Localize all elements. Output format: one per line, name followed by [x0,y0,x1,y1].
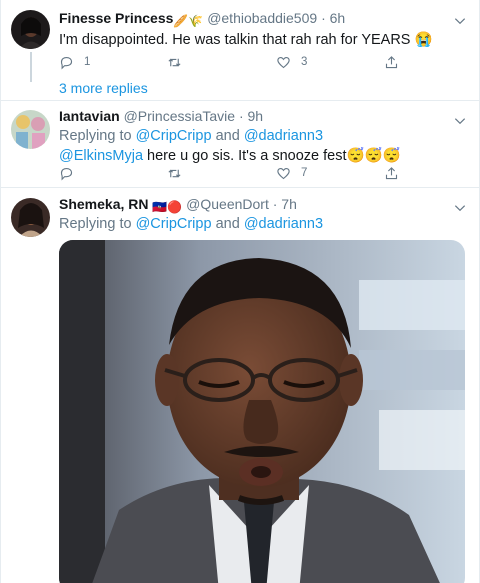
like-icon [277,167,290,179]
tweet-text: I'm disappointed. He was talkin that rah… [59,32,433,48]
avatar[interactable] [11,10,50,49]
reply-button[interactable]: 1 [59,52,90,72]
chevron-down-icon[interactable] [453,14,467,28]
timestamp[interactable]: · 7h [273,196,297,212]
name-emojis: 🥖🌾 [173,14,204,28]
user-handle[interactable]: @PrincessiaTavie [124,108,235,124]
thread-line [30,52,32,82]
tweet-body: here u go sis. It's a snooze fest [143,148,347,164]
timestamp[interactable]: · 6h [321,10,345,26]
chevron-down-icon[interactable] [453,114,467,128]
user-handle[interactable]: @QueenDort [186,196,269,212]
avatar[interactable] [11,110,50,149]
user-handle[interactable]: @ethiobaddie509 [207,10,317,26]
like-button[interactable]: 7 [276,163,307,183]
replying-to-user-1[interactable]: @CripCripp [136,216,212,232]
reply-count: 1 [84,56,91,68]
tweet-iantavian[interactable]: Iantavian @PrincessiaTavie · 9h Replying… [1,101,479,188]
reply-icon [60,167,73,180]
tweet-gif-media[interactable] [59,240,465,583]
like-button[interactable]: 3 [276,52,307,72]
trailing-emojis: 😴😴😴 [346,148,401,164]
display-name[interactable]: Finesse Princess [59,10,173,26]
like-count: 3 [301,56,308,68]
like-icon [277,56,290,68]
replying-to-and: and [215,128,240,144]
replying-to-prefix: Replying to [59,216,132,232]
retweet-button[interactable] [167,52,192,72]
retweet-icon [168,58,181,66]
tweet-shemeka[interactable]: Shemeka, RN 🇭🇹🔴 @QueenDort · 7h Replying… [1,188,479,583]
retweet-button[interactable] [167,163,192,183]
replying-to-user-2[interactable]: @dadriann3 [244,128,323,144]
reply-icon [60,56,73,69]
timestamp[interactable]: · 9h [239,108,263,124]
tweet-finesse-princess[interactable]: Finesse Princess🥖🌾 @ethiobaddie509 · 6h … [1,0,479,101]
display-name[interactable]: Shemeka, RN [59,196,148,212]
display-name[interactable]: Iantavian [59,108,120,124]
share-button[interactable] [384,163,399,183]
share-icon [385,55,398,68]
replying-to-user-2[interactable]: @dadriann3 [244,216,323,232]
replying-to-and: and [215,216,240,232]
tweet-actions: 1 3 [59,52,405,72]
mention-link[interactable]: @ElkinsMyja [59,148,143,164]
tweet-actions: 7 [59,163,405,183]
share-button[interactable] [384,52,399,72]
share-icon [385,166,398,179]
retweet-icon [168,169,181,177]
like-count: 7 [301,167,308,179]
replying-to-user-1[interactable]: @CripCripp [136,128,212,144]
avatar[interactable] [11,198,50,237]
reply-button[interactable] [59,163,84,183]
replying-to: Replying to @CripCripp and @dadriann3 [59,214,469,234]
replying-to: Replying to @CripCripp and @dadriann3 [59,126,469,146]
tweet-feed: Finesse Princess🥖🌾 @ethiobaddie509 · 6h … [0,0,480,583]
chevron-down-icon[interactable] [453,201,467,215]
show-more-replies-link[interactable]: 3 more replies [59,80,148,96]
replying-to-prefix: Replying to [59,128,132,144]
